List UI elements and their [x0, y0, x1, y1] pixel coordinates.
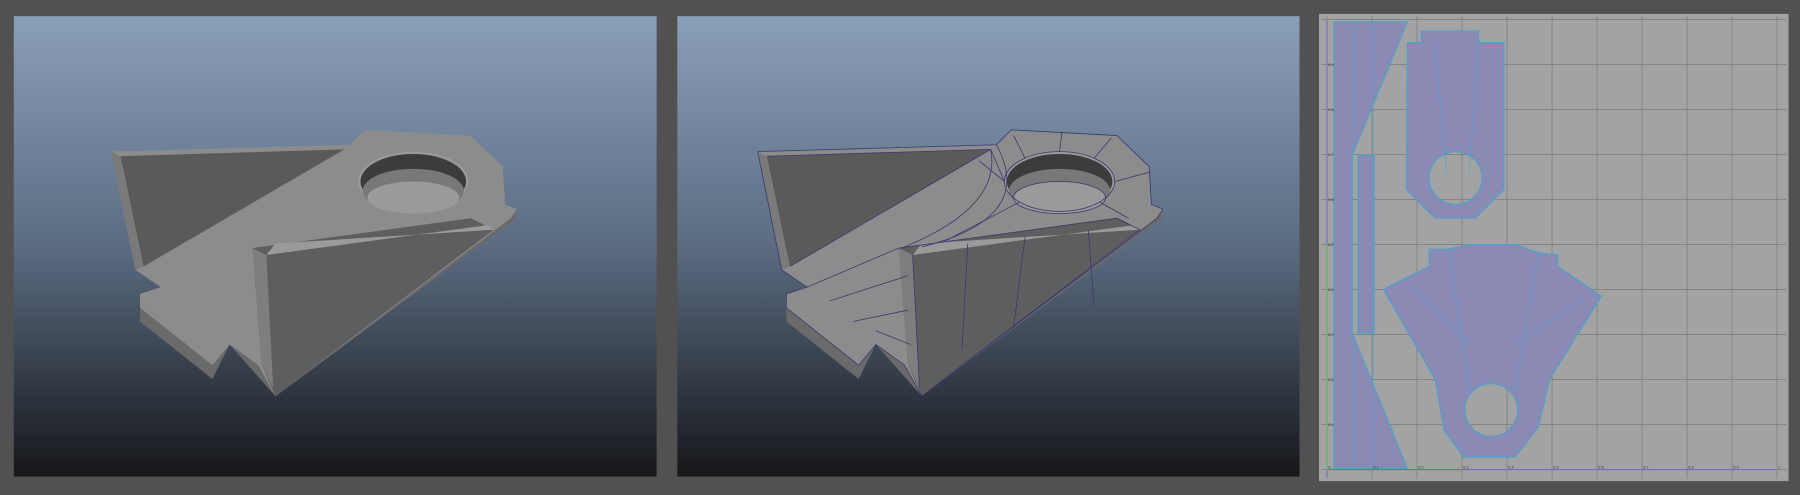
- u-tick-label: 0: [1328, 465, 1330, 469]
- v-tick-label: 0.5: [1328, 243, 1333, 247]
- u-tick-label: 0.2: [1418, 465, 1423, 469]
- v-tick-label: 0.8: [1328, 108, 1333, 112]
- uv-editor[interactable]: 0 0.1 0.2 0.3 0.4 0.5 0.6 0.7 0.8 0.9 1 0.1 0.2 0.3 0…: [1319, 13, 1789, 482]
- wireframe-on-shaded-viewport[interactable]: [677, 16, 1300, 477]
- shaded-viewport[interactable]: [13, 16, 657, 477]
- scene: 0 0.1 0.2 0.3 0.4 0.5 0.6 0.7 0.8 0.9 1 0.1 0.2 0.3 0…: [13, 13, 1789, 482]
- u-tick-label: 0.4: [1508, 465, 1513, 469]
- v-tick-label: 0.6: [1328, 198, 1333, 202]
- u-tick-label: 0.7: [1643, 465, 1648, 469]
- v-tick-label: 0.7: [1328, 153, 1333, 157]
- u-tick-label: 1: [1778, 465, 1780, 469]
- v-tick-label: 0.1: [1328, 423, 1333, 427]
- u-tick-label: 0.6: [1598, 465, 1603, 469]
- v-tick-label: 0.9: [1328, 63, 1333, 67]
- u-tick-label: 0.3: [1463, 465, 1468, 469]
- u-tick-label: 0.9: [1733, 465, 1738, 469]
- uv-shell-small-strip: [1357, 154, 1375, 334]
- u-tick-label: 0.8: [1688, 465, 1693, 469]
- v-tick-label: 0.4: [1328, 288, 1333, 292]
- v-tick-label: 0.2: [1328, 378, 1333, 382]
- uv-background: [1319, 13, 1789, 482]
- u-tick-label: 0.5: [1553, 465, 1558, 469]
- u-tick-label: 0.1: [1373, 465, 1378, 469]
- v-tick-label: 0.3: [1328, 333, 1333, 337]
